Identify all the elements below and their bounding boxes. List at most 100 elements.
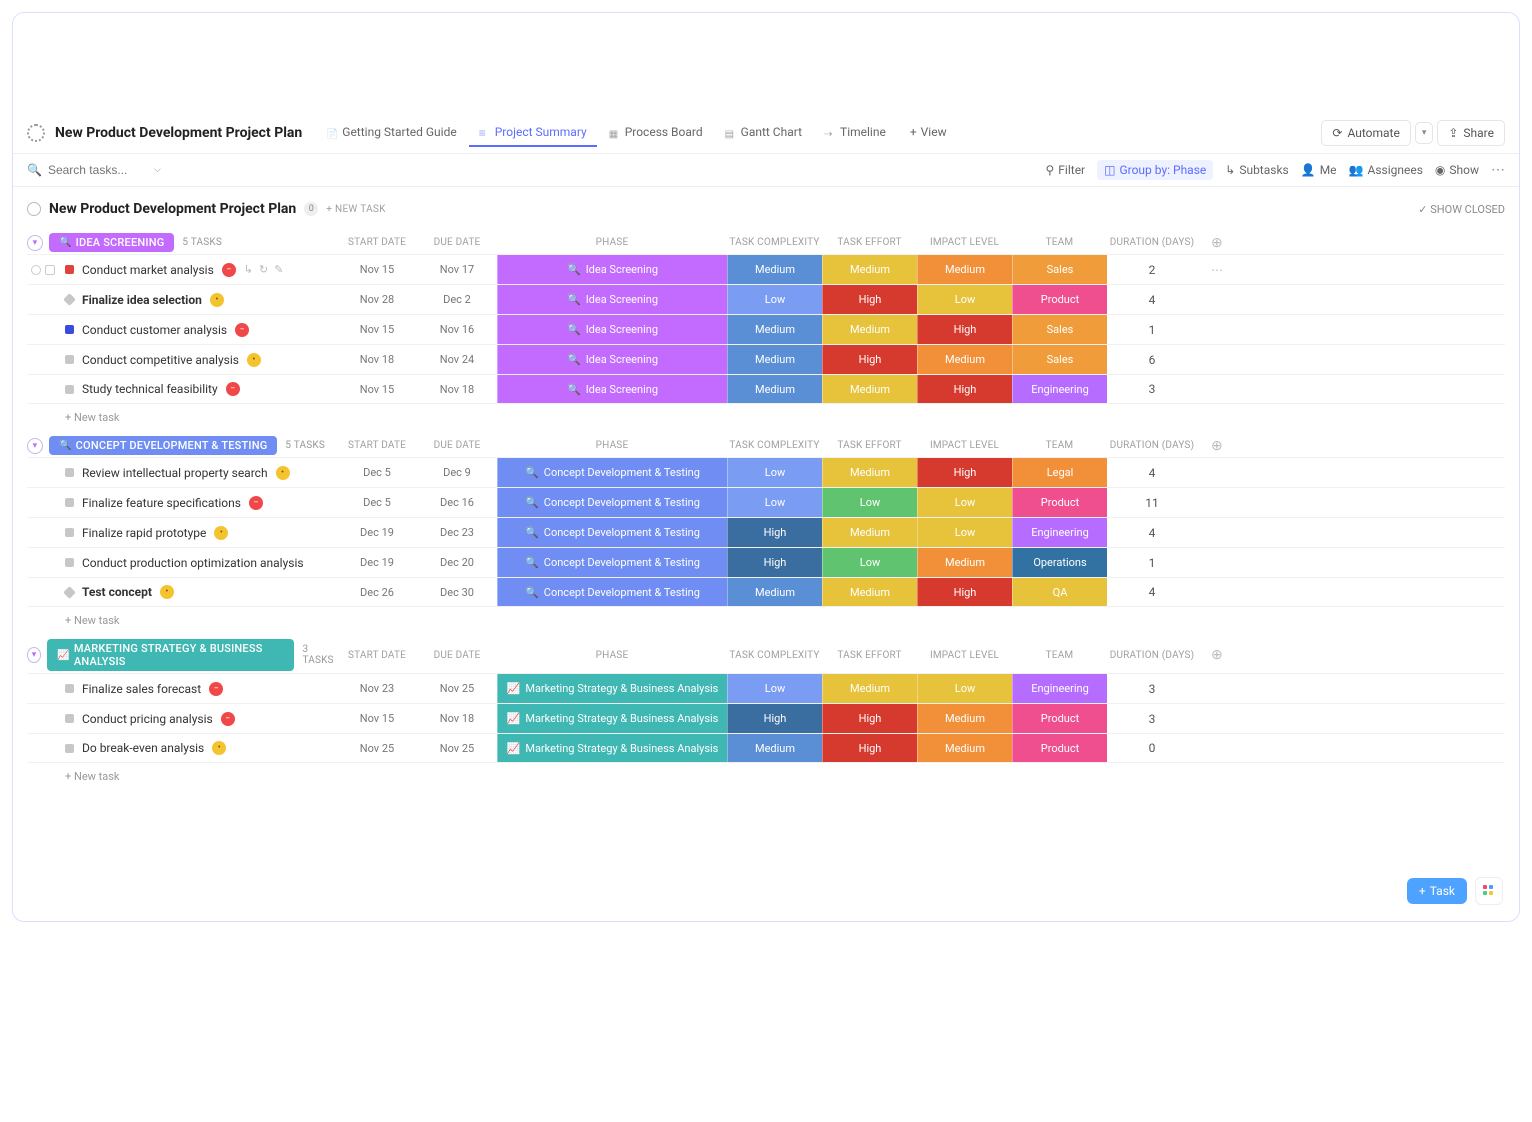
phase-cell[interactable]: 🔍Concept Development & Testing (497, 578, 727, 606)
start-date-cell[interactable]: Nov 28 (337, 285, 417, 314)
phase-cell[interactable]: 🔍Concept Development & Testing (497, 488, 727, 517)
priority-flag-icon[interactable]: • (212, 741, 226, 755)
recurrence-action-icon[interactable]: ↻ (259, 263, 268, 276)
task-name-cell[interactable]: Conduct competitive analysis• (27, 345, 337, 374)
team-cell[interactable]: Engineering (1012, 375, 1107, 403)
chevron-down-icon[interactable]: ⌵ (154, 165, 161, 175)
tab-getting-started-guide[interactable]: Getting Started Guide (316, 119, 466, 147)
search-input[interactable] (48, 163, 148, 177)
start-date-cell[interactable]: Nov 15 (337, 375, 417, 403)
complexity-cell[interactable]: Medium (727, 375, 822, 403)
new-task-link[interactable]: + New task (65, 614, 119, 627)
priority-flag-icon[interactable]: − (249, 496, 263, 510)
start-date-cell[interactable]: Dec 5 (337, 488, 417, 517)
add-column-button[interactable]: ⊕ (1197, 235, 1237, 251)
effort-cell[interactable]: Medium (822, 375, 917, 403)
due-date-cell[interactable]: Nov 16 (417, 315, 497, 344)
task-row[interactable]: Finalize sales forecast− Nov 23 Nov 25 📈… (27, 673, 1505, 703)
team-cell[interactable]: Legal (1012, 458, 1107, 487)
priority-flag-icon[interactable]: • (247, 353, 261, 367)
group-pill[interactable]: 📈Marketing Strategy & Business Analysis (47, 639, 294, 671)
task-row[interactable]: Finalize rapid prototype• Dec 19 Dec 23 … (27, 517, 1505, 547)
effort-cell[interactable]: High (822, 345, 917, 374)
task-name-cell[interactable]: Conduct customer analysis− (27, 315, 337, 344)
task-row[interactable]: Conduct pricing analysis− Nov 15 Nov 18 … (27, 703, 1505, 733)
phase-cell[interactable]: 🔍Idea Screening (497, 255, 727, 284)
due-date-cell[interactable]: Nov 25 (417, 674, 497, 703)
impact-cell[interactable]: Low (917, 518, 1012, 547)
impact-cell[interactable]: High (917, 375, 1012, 403)
complexity-cell[interactable]: High (727, 518, 822, 547)
effort-cell[interactable]: High (822, 704, 917, 733)
impact-cell[interactable]: Medium (917, 548, 1012, 577)
due-date-cell[interactable]: Dec 20 (417, 548, 497, 577)
team-cell[interactable]: Product (1012, 704, 1107, 733)
row-more-button[interactable] (1197, 345, 1237, 374)
priority-flag-icon[interactable]: • (210, 293, 224, 307)
complexity-cell[interactable]: Medium (727, 315, 822, 344)
start-date-cell[interactable]: Nov 15 (337, 255, 417, 284)
duration-cell[interactable]: 3 (1107, 704, 1197, 733)
row-more-button[interactable] (1197, 285, 1237, 314)
tab-process-board[interactable]: Process Board (599, 119, 713, 147)
subtask-action-icon[interactable]: ↳ (244, 263, 253, 276)
tab-project-summary[interactable]: Project Summary (469, 119, 597, 147)
duration-cell[interactable]: 11 (1107, 488, 1197, 517)
automate-dropdown[interactable]: ▾ (1415, 122, 1434, 144)
start-date-cell[interactable]: Nov 18 (337, 345, 417, 374)
priority-flag-icon[interactable]: • (160, 585, 174, 599)
task-name-cell[interactable]: Study technical feasibility− (27, 375, 337, 403)
impact-cell[interactable]: Medium (917, 345, 1012, 374)
phase-cell[interactable]: 🔍Concept Development & Testing (497, 548, 727, 577)
new-task-link[interactable]: + New task (65, 770, 119, 783)
duration-cell[interactable]: 4 (1107, 458, 1197, 487)
section-new-task[interactable]: + NEW TASK (326, 204, 385, 215)
duration-cell[interactable]: 4 (1107, 518, 1197, 547)
phase-cell[interactable]: 📈Marketing Strategy & Business Analysis (497, 674, 727, 703)
team-cell[interactable]: Engineering (1012, 674, 1107, 703)
team-cell[interactable]: Sales (1012, 315, 1107, 344)
start-date-cell[interactable]: Dec 19 (337, 518, 417, 547)
new-task-fab[interactable]: +Task (1407, 878, 1467, 904)
start-date-cell[interactable]: Dec 19 (337, 548, 417, 577)
team-cell[interactable]: Product (1012, 285, 1107, 314)
phase-cell[interactable]: 📈Marketing Strategy & Business Analysis (497, 734, 727, 762)
impact-cell[interactable]: Low (917, 488, 1012, 517)
complexity-cell[interactable]: High (727, 704, 822, 733)
add-column-button[interactable]: ⊕ (1197, 438, 1237, 454)
start-date-cell[interactable]: Nov 15 (337, 315, 417, 344)
task-row[interactable]: Finalize idea selection• Nov 28 Dec 2 🔍I… (27, 284, 1505, 314)
search-field[interactable]: 🔍 ⌵ (27, 163, 187, 177)
row-more-button[interactable] (1197, 488, 1237, 517)
team-cell[interactable]: Sales (1012, 345, 1107, 374)
filter-button[interactable]: ⚲Filter (1046, 163, 1086, 177)
task-row[interactable]: Study technical feasibility− Nov 15 Nov … (27, 374, 1505, 404)
task-row[interactable]: Conduct competitive analysis• Nov 18 Nov… (27, 344, 1505, 374)
due-date-cell[interactable]: Nov 24 (417, 345, 497, 374)
task-row[interactable]: Review intellectual property search• Dec… (27, 457, 1505, 487)
due-date-cell[interactable]: Nov 18 (417, 704, 497, 733)
select-radio[interactable] (31, 265, 41, 275)
row-more-button[interactable]: ⋯ (1197, 255, 1237, 284)
start-date-cell[interactable]: Dec 5 (337, 458, 417, 487)
complexity-cell[interactable]: Low (727, 674, 822, 703)
task-name-cell[interactable]: Conduct production optimization analysis (27, 548, 337, 577)
team-cell[interactable]: Engineering (1012, 518, 1107, 547)
row-more-button[interactable] (1197, 704, 1237, 733)
due-date-cell[interactable]: Nov 17 (417, 255, 497, 284)
row-more-button[interactable] (1197, 674, 1237, 703)
row-more-button[interactable] (1197, 458, 1237, 487)
due-date-cell[interactable]: Nov 18 (417, 375, 497, 403)
automate-button[interactable]: ⟳ Automate (1321, 120, 1410, 146)
collapse-group-button[interactable]: ▾ (27, 235, 43, 251)
assignees-button[interactable]: 👥Assignees (1349, 163, 1423, 177)
complexity-cell[interactable]: Low (727, 285, 822, 314)
due-date-cell[interactable]: Dec 9 (417, 458, 497, 487)
row-more-button[interactable] (1197, 518, 1237, 547)
add-view-button[interactable]: + View (900, 119, 957, 147)
task-name-cell[interactable]: Finalize idea selection• (27, 285, 337, 314)
row-more-button[interactable] (1197, 734, 1237, 762)
priority-flag-icon[interactable]: − (221, 712, 235, 726)
collapse-group-button[interactable]: ▾ (27, 647, 41, 663)
row-more-button[interactable] (1197, 578, 1237, 606)
